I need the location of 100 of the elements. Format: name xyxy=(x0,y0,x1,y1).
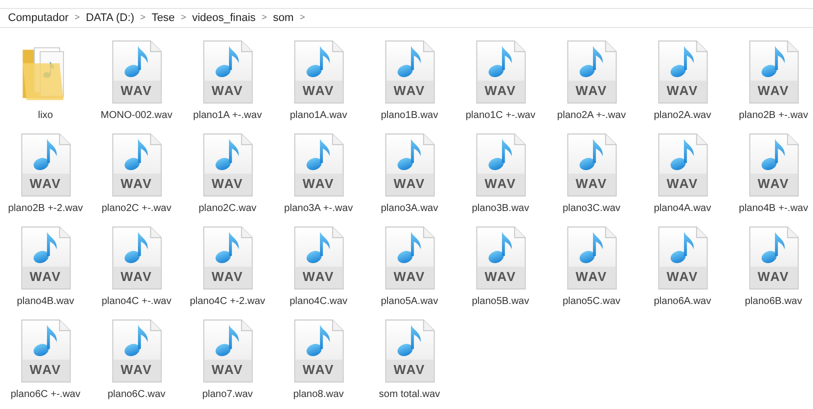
audio-file-icon xyxy=(292,319,344,383)
file-item[interactable]: WAV plano2B +-.wav xyxy=(728,40,813,133)
file-type-label: WAV xyxy=(210,362,244,378)
breadcrumb-item[interactable]: videos_finais xyxy=(192,10,256,26)
file-item[interactable]: WAV plano3A +-.wav xyxy=(273,133,364,226)
file-type-label: WAV xyxy=(392,362,426,378)
file-item[interactable]: WAV plano3C.wav xyxy=(546,133,637,226)
file-type-label: WAV xyxy=(666,176,700,192)
audio-file-icon xyxy=(20,226,72,290)
file-name: plano3A +-.wav xyxy=(284,203,353,215)
audio-file-icon xyxy=(202,319,254,383)
file-item[interactable]: WAV plano6C +-.wav xyxy=(0,319,91,409)
file-item[interactable]: WAV plano7.wav xyxy=(182,319,273,409)
file-type-label: WAV xyxy=(484,83,518,99)
file-name: plano4C +-.wav xyxy=(102,296,172,308)
file-name: plano2B +-2.wav xyxy=(8,203,83,215)
file-type-label: WAV xyxy=(756,83,790,99)
file-item[interactable]: WAV plano5C.wav xyxy=(546,226,637,319)
file-item[interactable]: WAV plano1A +-.wav xyxy=(182,40,273,133)
file-type-label: WAV xyxy=(120,362,154,378)
file-item[interactable]: WAV plano2A +-.wav xyxy=(546,40,637,133)
file-item[interactable]: WAV plano3A.wav xyxy=(364,133,455,226)
audio-file-icon xyxy=(474,40,526,104)
audio-file-icon xyxy=(656,133,708,197)
audio-file-icon xyxy=(110,40,162,104)
audio-file-icon xyxy=(474,133,526,197)
audio-file-icon xyxy=(384,319,436,383)
file-item[interactable]: WAV plano6C.wav xyxy=(91,319,182,409)
file-name: som total.wav xyxy=(378,389,440,401)
file-item[interactable]: WAV MONO-002.wav xyxy=(91,40,182,133)
file-item[interactable]: WAV som total.wav xyxy=(364,319,455,409)
file-type-label: WAV xyxy=(392,83,426,99)
file-item[interactable]: WAV plano1B.wav xyxy=(364,40,455,133)
file-type-label: WAV xyxy=(666,269,700,285)
file-item[interactable]: WAV plano2A.wav xyxy=(637,40,728,133)
file-name: plano1B.wav xyxy=(380,110,438,122)
file-type-label: WAV xyxy=(756,176,790,192)
audio-file-icon xyxy=(384,133,436,197)
file-name: plano5B.wav xyxy=(472,296,530,308)
file-type-label: WAV xyxy=(210,269,244,285)
file-type-label: WAV xyxy=(302,362,336,378)
file-type-label: WAV xyxy=(28,269,62,285)
file-item[interactable]: WAV plano3B.wav xyxy=(455,133,546,226)
audio-file-icon xyxy=(748,133,800,197)
audio-file-icon xyxy=(202,40,254,104)
file-type-label: WAV xyxy=(120,269,154,285)
file-item[interactable]: WAV plano6B.wav xyxy=(728,226,813,319)
file-item[interactable]: WAV plano1A.wav xyxy=(273,40,364,133)
file-type-label: WAV xyxy=(302,176,336,192)
file-item[interactable]: WAV plano4A.wav xyxy=(637,133,728,226)
audio-file-icon xyxy=(110,319,162,383)
audio-file-icon xyxy=(202,133,254,197)
audio-file-icon xyxy=(110,133,162,197)
file-name: plano4B.wav xyxy=(16,296,74,308)
file-item[interactable]: WAV plano4C +-.wav xyxy=(91,226,182,319)
file-item[interactable]: WAV plano4C.wav xyxy=(273,226,364,319)
breadcrumb-item[interactable]: Tese xyxy=(152,10,175,26)
file-type-label: WAV xyxy=(120,83,154,99)
file-name: plano3A.wav xyxy=(380,203,438,215)
breadcrumb-item[interactable]: Computador xyxy=(8,10,69,26)
chevron-icon: > xyxy=(262,11,267,25)
file-item[interactable]: WAV plano8.wav xyxy=(273,319,364,409)
file-type-label: WAV xyxy=(392,176,426,192)
file-name: plano5C.wav xyxy=(562,296,620,308)
audio-file-icon xyxy=(292,226,344,290)
file-item[interactable]: WAV plano2C.wav xyxy=(182,133,273,226)
file-item[interactable]: WAV plano2C +-.wav xyxy=(91,133,182,226)
audio-file-icon xyxy=(656,226,708,290)
file-type-label: WAV xyxy=(210,176,244,192)
file-item[interactable]: WAV plano2B +-2.wav xyxy=(0,133,91,226)
file-item[interactable]: WAV plano5B.wav xyxy=(455,226,546,319)
audio-file-icon xyxy=(202,226,254,290)
breadcrumb-item[interactable]: som xyxy=(272,10,294,26)
file-type-label: WAV xyxy=(210,83,244,99)
file-name: plano8.wav xyxy=(293,389,344,401)
file-item[interactable]: lixo xyxy=(0,40,91,133)
file-name: MONO-002.wav xyxy=(100,110,172,122)
file-type-label: WAV xyxy=(28,362,62,378)
file-name: plano2A +-.wav xyxy=(557,110,626,122)
file-name: plano6B.wav xyxy=(744,296,802,308)
file-type-label: WAV xyxy=(392,269,426,285)
file-type-label: WAV xyxy=(574,269,608,285)
audio-file-icon xyxy=(384,226,436,290)
file-type-label: WAV xyxy=(302,83,336,99)
file-type-label: WAV xyxy=(120,176,154,192)
file-item[interactable]: WAV plano1C +-.wav xyxy=(455,40,546,133)
file-name: plano4A.wav xyxy=(654,203,712,215)
file-item[interactable]: WAV plano4B.wav xyxy=(0,226,91,319)
file-name: plano6C +-.wav xyxy=(10,389,80,401)
audio-file-icon xyxy=(748,226,800,290)
breadcrumb-item[interactable]: DATA (D:) xyxy=(86,10,134,26)
file-name: plano2B +-.wav xyxy=(738,110,808,122)
file-item[interactable]: WAV plano5A.wav xyxy=(364,226,455,319)
audio-file-icon xyxy=(110,226,162,290)
file-item[interactable]: WAV plano6A.wav xyxy=(637,226,728,319)
file-name: plano4B +-.wav xyxy=(738,203,808,215)
file-name: lixo xyxy=(38,110,53,122)
file-item[interactable]: WAV plano4B +-.wav xyxy=(728,133,813,226)
chevron-icon: > xyxy=(74,11,80,25)
file-item[interactable]: WAV plano4C +-2.wav xyxy=(182,226,273,319)
